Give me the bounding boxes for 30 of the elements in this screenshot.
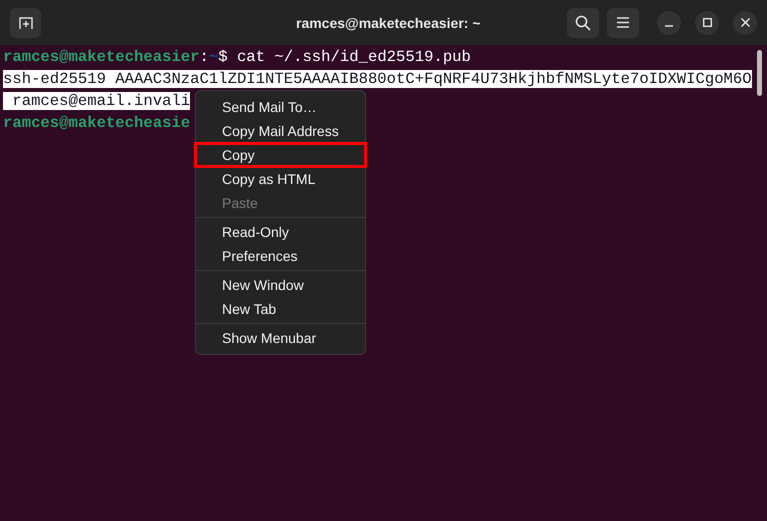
prompt-user: ramces@maketecheasie <box>3 114 190 132</box>
menu-item[interactable]: Copy <box>195 143 366 167</box>
menu-item[interactable]: New Tab <box>196 297 365 321</box>
output-text: ramces@email.invali <box>3 92 190 110</box>
close-icon <box>740 18 750 27</box>
prompt-colon: : <box>200 48 209 66</box>
menu-item[interactable]: New Window <box>196 273 365 297</box>
search-button[interactable] <box>567 8 599 38</box>
search-icon <box>575 14 591 30</box>
menu-item[interactable]: Read-Only <box>196 220 365 244</box>
menu-item[interactable]: Show Menubar <box>196 326 365 350</box>
maximize-icon <box>702 18 712 27</box>
window-title: ramces@maketecheasier: ~ <box>296 14 480 33</box>
menu-button[interactable] <box>607 8 639 38</box>
minimize-button[interactable] <box>657 10 681 34</box>
output-text: ssh-ed25519 AAAAC3NzaC1lZDI1NTE5AAAAIB880otC+FqNRF4U73HkjhbfNMSLyte7oIDXWICgoM6O <box>3 70 752 88</box>
new-tab-button[interactable] <box>10 8 41 38</box>
menu-item[interactable]: Send Mail To… <box>196 95 365 119</box>
command-text: $ cat ~/.ssh/id_ed25519.pub <box>218 48 471 66</box>
minimize-icon <box>665 24 673 26</box>
new-tab-icon <box>18 16 32 30</box>
prompt-path: ~ <box>208 48 218 66</box>
menu-item[interactable]: Copy Mail Address <box>196 119 365 143</box>
close-button[interactable] <box>733 10 757 34</box>
menu-icon <box>617 17 629 28</box>
prompt-user: ramces@maketecheasier <box>3 48 200 66</box>
menu-item[interactable]: Copy as HTML <box>196 167 365 191</box>
menu-item[interactable]: Preferences <box>196 244 365 268</box>
scrollbar[interactable] <box>757 50 762 96</box>
maximize-button[interactable] <box>695 10 719 34</box>
